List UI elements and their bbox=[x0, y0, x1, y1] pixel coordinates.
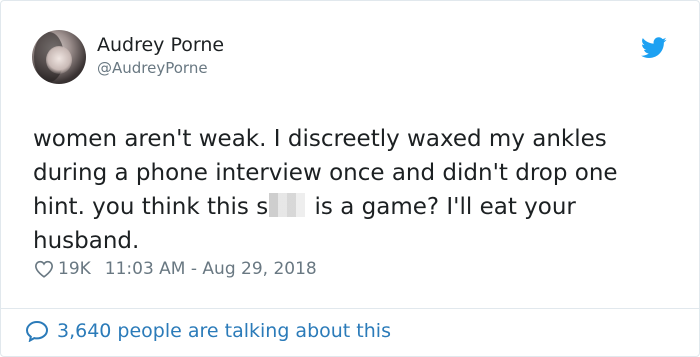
timestamp[interactable]: 11:03 AM - Aug 29, 2018 bbox=[105, 259, 317, 279]
tweet-text: women aren't weak. I discreetly waxed my… bbox=[33, 122, 673, 258]
heart-icon[interactable] bbox=[34, 260, 54, 278]
tweet-meta: 19K 11:03 AM - Aug 29, 2018 bbox=[34, 259, 317, 279]
tweet-card: Audrey Porne @AudreyPorne women aren't w… bbox=[0, 0, 700, 357]
divider bbox=[1, 308, 699, 309]
conversation-link[interactable]: 3,640 people are talking about this bbox=[25, 320, 391, 342]
conversation-label[interactable]: 3,640 people are talking about this bbox=[57, 320, 391, 342]
avatar[interactable] bbox=[32, 30, 86, 84]
avatar-face bbox=[46, 46, 72, 74]
author-handle[interactable]: @AudreyPorne bbox=[97, 59, 208, 77]
twitter-bird-icon[interactable] bbox=[641, 37, 667, 59]
author-display-name[interactable]: Audrey Porne bbox=[97, 34, 224, 56]
like-count[interactable]: 19K bbox=[58, 259, 91, 279]
censor-blur bbox=[269, 193, 306, 217]
speech-bubble-icon bbox=[25, 320, 49, 342]
